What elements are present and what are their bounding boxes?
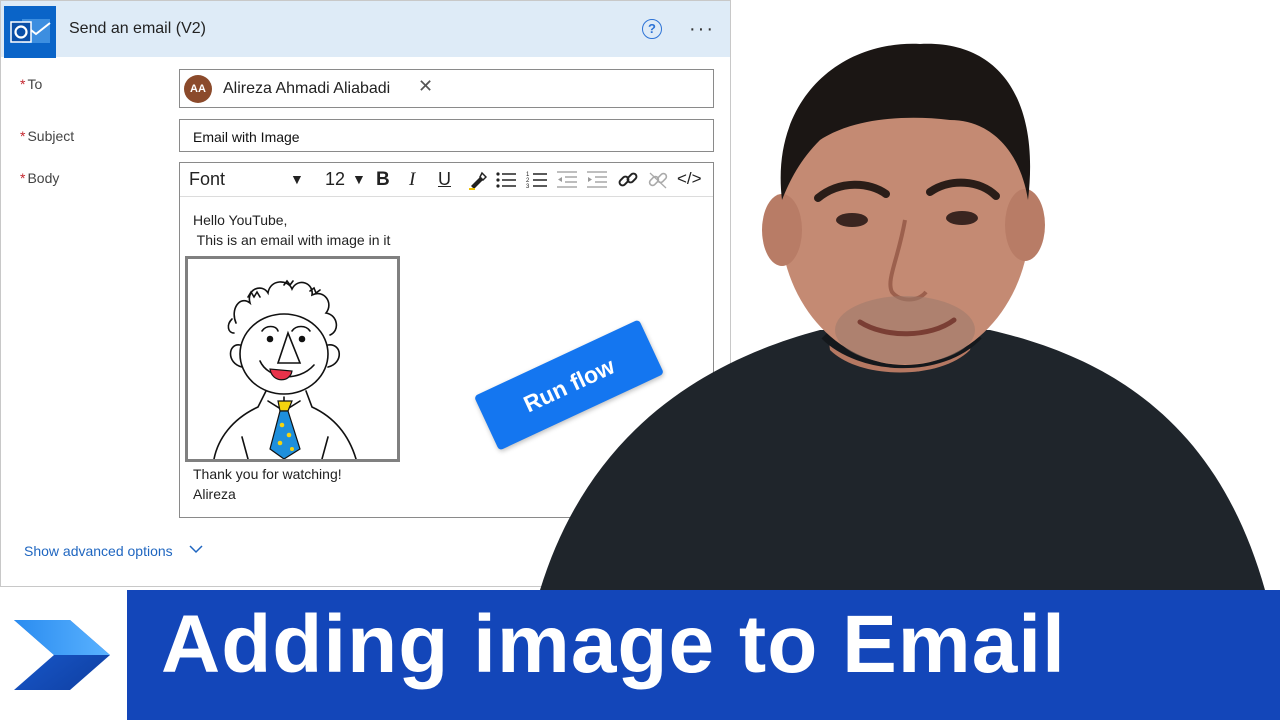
recipient-chip: Alireza Ahmadi Aliabadi xyxy=(223,80,391,97)
banner-title: Adding image to Email xyxy=(161,599,1066,690)
underline-icon[interactable]: U xyxy=(438,169,451,190)
bullet-list-icon[interactable] xyxy=(495,170,517,195)
bold-icon[interactable]: B xyxy=(376,169,390,191)
body-text-line: Hello YouTube, xyxy=(193,212,288,228)
required-mark: * xyxy=(20,76,26,92)
outlook-icon xyxy=(4,6,56,58)
show-advanced-options-link[interactable]: Show advanced options xyxy=(24,543,173,559)
font-size-select[interactable]: 12 xyxy=(325,169,345,190)
remove-icon[interactable]: ✕ xyxy=(418,76,433,97)
avatar: AA xyxy=(184,75,212,103)
power-automate-logo xyxy=(0,590,127,720)
body-label: * Body xyxy=(20,170,59,186)
body-text-line: Alireza xyxy=(193,486,236,502)
chevron-down-icon[interactable] xyxy=(188,541,204,562)
italic-icon[interactable]: I xyxy=(409,169,415,191)
embedded-image[interactable] xyxy=(185,256,400,462)
chevron-down-icon[interactable]: ▼ xyxy=(352,171,366,187)
title-banner: Adding image to Email xyxy=(0,590,1280,720)
to-label: * To xyxy=(20,76,42,92)
font-select[interactable]: Font xyxy=(189,169,225,190)
body-text-line: Thank you for watching! xyxy=(193,466,342,482)
body-label-text: Body xyxy=(27,170,60,186)
subject-label-text: Subject xyxy=(27,128,75,144)
body-text-line: This is an email with image in it xyxy=(193,232,391,248)
cartoon-drawing xyxy=(213,279,357,460)
required-mark: * xyxy=(20,128,26,144)
required-mark: * xyxy=(20,170,26,186)
highlight-icon[interactable] xyxy=(467,170,488,195)
to-label-text: To xyxy=(27,76,43,92)
chevron-down-icon[interactable]: ▼ xyxy=(290,171,304,187)
card-title: Send an email (V2) xyxy=(69,20,206,37)
presenter-photo xyxy=(520,30,1280,600)
subject-label: * Subject xyxy=(20,128,74,144)
